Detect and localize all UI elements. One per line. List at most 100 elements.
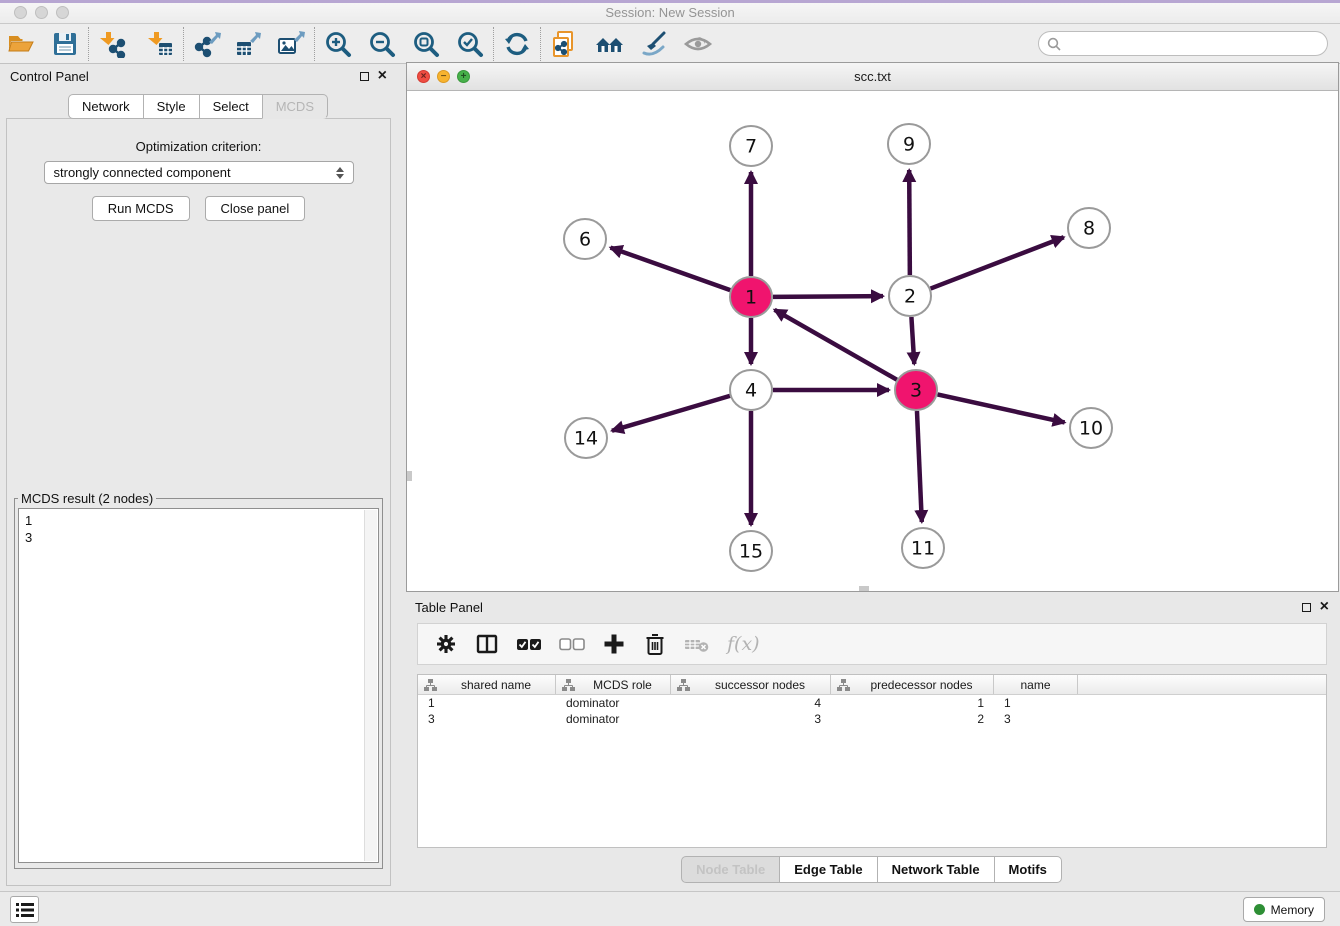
- duplicate-network-icon[interactable]: [549, 29, 579, 59]
- cell-name[interactable]: 3: [994, 712, 1078, 726]
- save-session-icon[interactable]: [50, 29, 80, 59]
- network-canvas[interactable]: 1234678910111415: [407, 91, 1338, 591]
- float-panel-icon[interactable]: [360, 72, 369, 81]
- table-panel-title: Table Panel: [415, 600, 483, 615]
- task-history-button[interactable]: [10, 896, 39, 923]
- search-box[interactable]: [1038, 31, 1328, 56]
- cell-shared-name[interactable]: 1: [418, 696, 556, 710]
- import-network-icon[interactable]: [97, 29, 127, 59]
- graph-edge-3-10[interactable]: [937, 394, 1064, 422]
- unselect-all-columns-icon[interactable]: [559, 632, 585, 656]
- column-header-name[interactable]: name: [994, 675, 1078, 694]
- export-network-icon[interactable]: [192, 29, 222, 59]
- open-file-icon[interactable]: [6, 29, 36, 59]
- function-builder-icon: f(x): [727, 633, 760, 655]
- tab-mcds[interactable]: MCDS: [262, 94, 328, 119]
- float-table-panel-icon[interactable]: [1302, 603, 1311, 612]
- mcds-tab-content: Optimization criterion: strongly connect…: [6, 118, 391, 886]
- zoom-fit-icon[interactable]: [411, 29, 441, 59]
- toolbar-separator: [314, 27, 315, 61]
- tab-motifs[interactable]: Motifs: [994, 856, 1062, 883]
- close-panel-button[interactable]: Close panel: [205, 196, 306, 221]
- memory-button[interactable]: Memory: [1243, 897, 1325, 922]
- network-window-title: scc.txt: [407, 69, 1338, 84]
- add-column-icon[interactable]: [602, 632, 626, 656]
- hide-selected-eye-icon[interactable]: [683, 29, 713, 59]
- apply-layout-icon[interactable]: [502, 29, 532, 59]
- split-panel-icon[interactable]: [475, 632, 499, 656]
- horizontal-scroll-thumb[interactable]: [859, 586, 869, 591]
- graph-edge-4-14[interactable]: [612, 396, 730, 431]
- table-toolbar: f(x): [417, 623, 1327, 665]
- status-bar: Memory: [0, 891, 1340, 926]
- graph-edge-2-8[interactable]: [931, 237, 1064, 288]
- graph-edge-3-1[interactable]: [775, 310, 897, 380]
- cell-successor-nodes[interactable]: 4: [671, 696, 831, 710]
- table-row[interactable]: 3 dominator 3 2 3: [418, 711, 1326, 727]
- vertical-scroll-thumb[interactable]: [407, 471, 412, 481]
- select-all-columns-icon[interactable]: [516, 632, 542, 656]
- cell-predecessor-nodes[interactable]: 1: [831, 696, 994, 710]
- close-table-panel-icon[interactable]: ×: [1320, 601, 1329, 613]
- control-panel-header: Control Panel ×: [0, 64, 397, 88]
- table-panel-tabs: Node Table Edge Table Network Table Moti…: [405, 856, 1339, 883]
- close-panel-icon[interactable]: ×: [378, 70, 387, 82]
- mcds-result-textarea[interactable]: 1 3: [18, 508, 379, 863]
- cell-mcds-role[interactable]: dominator: [556, 696, 671, 710]
- search-input[interactable]: [1061, 36, 1319, 51]
- delete-table-icon: [684, 632, 710, 656]
- zoom-in-icon[interactable]: [323, 29, 353, 59]
- table-row[interactable]: 1 dominator 4 1 1: [418, 695, 1326, 711]
- table-panel-header: Table Panel ×: [405, 595, 1339, 619]
- tab-node-table[interactable]: Node Table: [681, 856, 780, 883]
- export-image-icon[interactable]: [276, 29, 306, 59]
- graph-node-label: 14: [574, 428, 598, 450]
- column-header-predecessor-nodes[interactable]: predecessor nodes: [831, 675, 994, 694]
- graph-node-label: 3: [910, 380, 922, 402]
- mcds-result-line: 1: [25, 512, 372, 529]
- criterion-select[interactable]: strongly connected component: [44, 161, 354, 184]
- graph-node-label: 1: [745, 287, 757, 309]
- cell-successor-nodes[interactable]: 3: [671, 712, 831, 726]
- zoom-selected-icon[interactable]: [455, 29, 485, 59]
- delete-column-trash-icon[interactable]: [643, 632, 667, 656]
- tab-style[interactable]: Style: [143, 94, 200, 119]
- import-table-icon[interactable]: [145, 29, 175, 59]
- graph-node-label: 7: [745, 136, 757, 158]
- control-panel-title: Control Panel: [10, 69, 89, 84]
- column-header-shared-name[interactable]: shared name: [418, 675, 556, 694]
- zoom-out-icon[interactable]: [367, 29, 397, 59]
- graph-edge-1-2[interactable]: [773, 296, 883, 297]
- cell-shared-name[interactable]: 3: [418, 712, 556, 726]
- cell-mcds-role[interactable]: dominator: [556, 712, 671, 726]
- graph-edge-1-6[interactable]: [610, 248, 730, 290]
- table-panel: Table Panel ×: [405, 595, 1339, 888]
- graph-edge-2-9[interactable]: [909, 170, 910, 275]
- control-panel-tabs: Network Style Select MCDS: [0, 94, 397, 119]
- toolbar-separator: [540, 27, 541, 61]
- graph-node-label: 15: [739, 541, 763, 563]
- graph-edge-2-3[interactable]: [911, 317, 914, 364]
- tab-network-table[interactable]: Network Table: [877, 856, 995, 883]
- tab-select[interactable]: Select: [199, 94, 263, 119]
- first-neighbors-icon[interactable]: [595, 29, 625, 59]
- network-window-titlebar[interactable]: × − + scc.txt: [407, 63, 1338, 91]
- graph-node-label: 9: [903, 134, 915, 156]
- cell-predecessor-nodes[interactable]: 2: [831, 712, 994, 726]
- annotation-brush-icon[interactable]: [639, 29, 669, 59]
- column-header-mcds-role[interactable]: MCDS role: [556, 675, 671, 694]
- column-header-successor-nodes[interactable]: successor nodes: [671, 675, 831, 694]
- table-settings-gear-icon[interactable]: [434, 632, 458, 656]
- tab-edge-table[interactable]: Edge Table: [779, 856, 877, 883]
- run-mcds-button[interactable]: Run MCDS: [92, 196, 190, 221]
- graph-edge-3-11[interactable]: [917, 411, 922, 522]
- tab-network[interactable]: Network: [68, 94, 144, 119]
- cell-name[interactable]: 1: [994, 696, 1078, 710]
- memory-status-icon: [1254, 904, 1265, 915]
- toolbar-separator: [183, 27, 184, 61]
- node-table: shared name MCDS role successor nodes pr…: [417, 674, 1327, 848]
- list-icon: [16, 902, 34, 918]
- graph-node-label: 4: [745, 380, 757, 402]
- result-scrollbar[interactable]: [364, 510, 377, 861]
- export-table-icon[interactable]: [234, 29, 264, 59]
